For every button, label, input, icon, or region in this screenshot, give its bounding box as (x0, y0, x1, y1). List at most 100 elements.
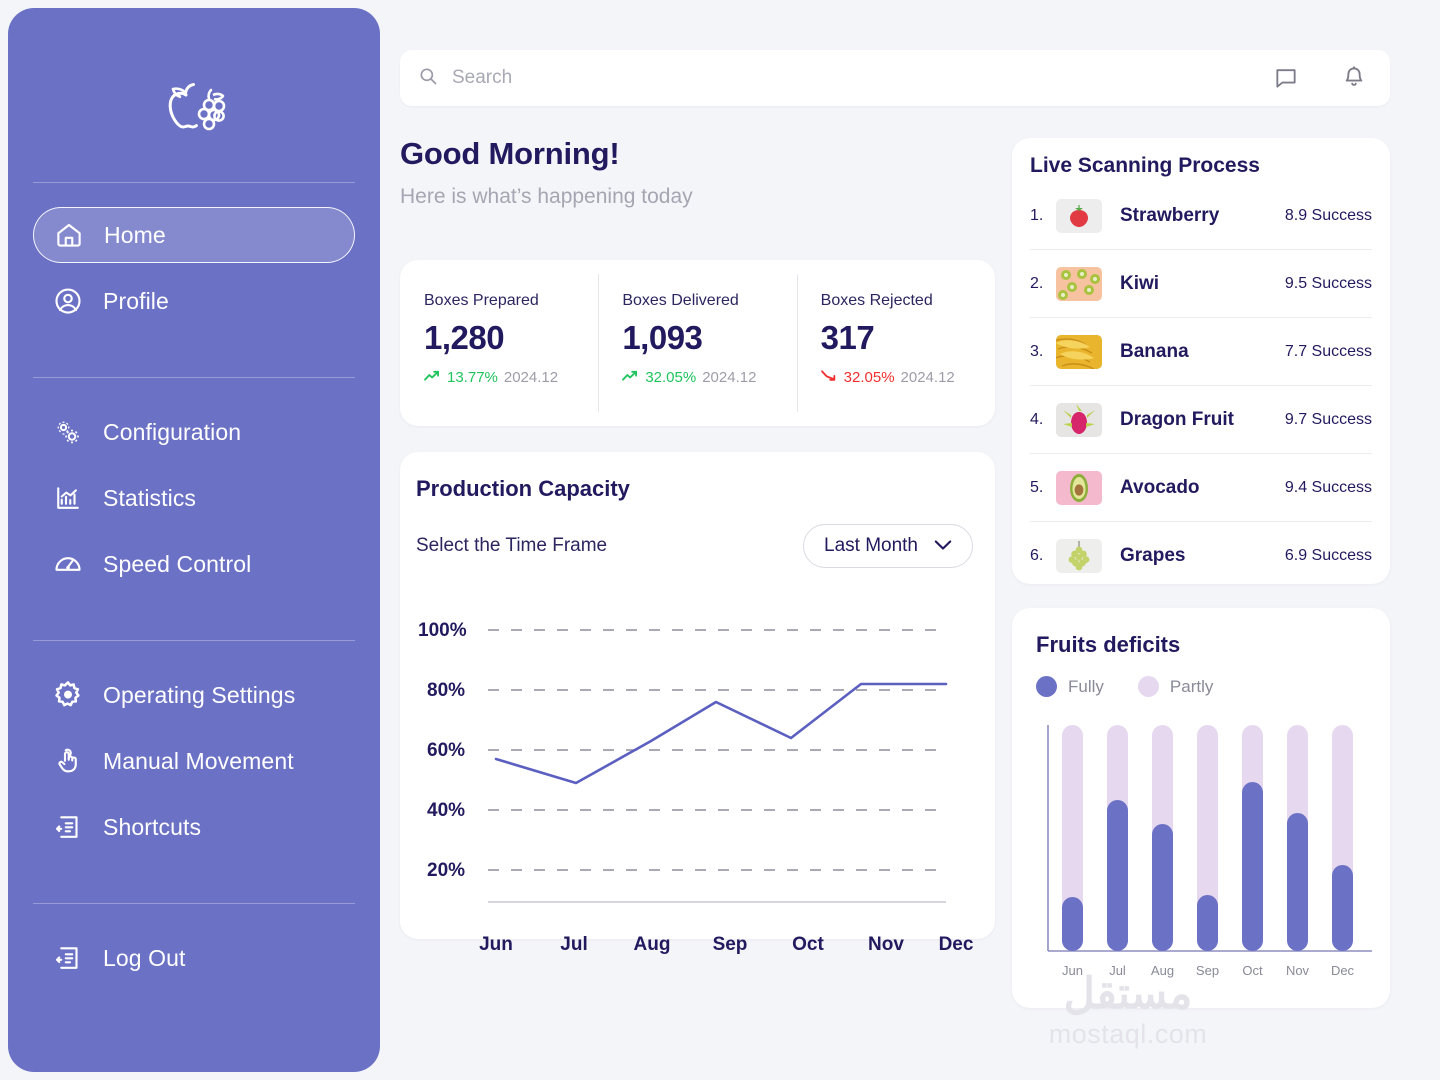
legend-item-fully: Fully (1036, 676, 1104, 697)
table-row[interactable]: 1. Strawberry 8.9 Success (1030, 182, 1372, 250)
timeframe-selected-value: Last Month (824, 535, 918, 556)
sidebar-item-profile[interactable]: Profile (33, 273, 355, 329)
row-index: 1. (1030, 206, 1044, 224)
search-bar (400, 50, 1390, 106)
stat-percent: 32.05% (843, 369, 895, 386)
row-index: 6. (1030, 547, 1044, 564)
bar-tick-dec: Dec (1331, 963, 1355, 978)
fruit-name: Dragon Fruit (1120, 408, 1234, 430)
message-icon[interactable] (1272, 64, 1300, 92)
table-row[interactable]: 2. Kiwi 9.5 Success (1030, 250, 1372, 318)
bar-fully-dec (1332, 865, 1353, 951)
stat-boxes-delivered: Boxes Delivered 1,093 32.05% 2024.12 (598, 260, 796, 426)
fruits-deficits-card: Fruits deficits Fully Partly Jun Jul Aug… (1012, 608, 1390, 1008)
production-line-chart: 100% 80% 60% 40% 20% Jun Jul Aug Sep Oct… (416, 590, 973, 955)
home-icon (52, 218, 86, 252)
sidebar-item-manual-movement[interactable]: Manual Movement (33, 733, 355, 789)
bar-fully-jun (1062, 897, 1083, 951)
table-row[interactable]: 6. Grapes 6.9 Success (1030, 522, 1372, 590)
sidebar-item-shortcuts[interactable]: Shortcuts (33, 799, 355, 855)
row-index: 2. (1030, 274, 1044, 292)
bar-fully-sep (1197, 895, 1218, 951)
sidebar-item-label: Operating Settings (103, 681, 296, 708)
stats-card: Boxes Prepared 1,280 13.77% 2024.12 Boxe… (400, 260, 995, 426)
stat-delta: 32.05% 2024.12 (622, 369, 796, 386)
header-icons (1272, 64, 1368, 92)
bar-fully-oct (1242, 782, 1263, 951)
table-row[interactable]: 4. Dragon Fruit 9.7 Success (1030, 386, 1372, 454)
fruit-score: 9.4 Success (1284, 478, 1372, 496)
brand-logo (156, 80, 232, 144)
stat-value: 317 (820, 319, 875, 356)
search-input[interactable] (452, 67, 1258, 89)
row-index: 4. (1030, 410, 1044, 428)
table-row[interactable]: 3. Banana 7.7 Success (1030, 318, 1372, 386)
sidebar: Home Profile Configuration Statistics Sp… (8, 8, 380, 1072)
trend-down-icon (820, 369, 838, 386)
fruit-score: 7.7 Success (1284, 342, 1372, 360)
apple-grapes-icon (159, 81, 229, 144)
sidebar-item-speed-control[interactable]: Speed Control (33, 536, 355, 592)
sidebar-group-main: Home Profile (33, 185, 355, 339)
stat-date: 2024.12 (503, 369, 559, 386)
legend-swatch-fully (1036, 676, 1057, 697)
sidebar-item-label: Speed Control (103, 550, 252, 577)
card-title: Live Scanning Process (1030, 154, 1260, 177)
x-tick-jun: Jun (479, 934, 513, 955)
sidebar-item-operating-settings[interactable]: Operating Settings (33, 667, 355, 723)
search-icon (418, 66, 438, 91)
stat-delta: 13.77% 2024.12 (424, 369, 598, 386)
trend-up-icon (622, 369, 639, 386)
watermark-arabic: مستقل (1063, 970, 1194, 1018)
chart-legend: Fully Partly (1036, 676, 1370, 697)
stat-percent: 13.77% (447, 369, 498, 386)
page-subtitle: Here is what’s happening today (400, 185, 693, 208)
trend-up-icon (424, 369, 441, 386)
gauge-icon (51, 547, 85, 581)
sidebar-item-label: Log Out (103, 944, 186, 971)
hand-tap-icon (51, 744, 85, 778)
bar-chart-icon (51, 481, 85, 515)
bar-tick-nov: Nov (1286, 963, 1310, 978)
banana-thumb (1056, 334, 1102, 369)
dragonfruit-thumb (1056, 402, 1102, 437)
y-tick-60: 60% (427, 740, 465, 761)
stat-boxes-prepared: Boxes Prepared 1,280 13.77% 2024.12 (400, 260, 598, 426)
stat-value: 1,093 (622, 319, 703, 356)
legend-label: Partly (1169, 676, 1214, 696)
fruit-name: Strawberry (1120, 204, 1220, 226)
sidebar-item-statistics[interactable]: Statistics (33, 470, 355, 526)
page-title: Good Morning! (400, 136, 620, 171)
avocado-thumb (1056, 470, 1102, 505)
y-tick-80: 80% (427, 680, 465, 701)
sidebar-item-home[interactable]: Home (33, 207, 355, 263)
y-tick-100: 100% (418, 620, 467, 641)
strawberry-thumb (1056, 198, 1102, 233)
production-capacity-card: Production Capacity Select the Time Fram… (400, 452, 995, 955)
sidebar-group-operations: Operating Settings Manual Movement Short… (33, 641, 355, 865)
bell-icon[interactable] (1340, 64, 1368, 92)
table-row[interactable]: 5. Avocado 9.4 Success (1030, 454, 1372, 522)
x-tick-jul: Jul (560, 934, 587, 955)
fruit-name: Kiwi (1120, 272, 1160, 294)
user-circle-icon (51, 284, 85, 318)
gridlines (488, 629, 946, 871)
logout-icon (51, 941, 85, 975)
sidebar-item-configuration[interactable]: Configuration (33, 404, 355, 460)
bar-fully-jul (1107, 800, 1128, 951)
sidebar-item-label: Configuration (103, 418, 242, 445)
stat-boxes-rejected: Boxes Rejected 317 32.05% 2024.12 (796, 260, 995, 426)
timeframe-select[interactable]: Last Month (803, 524, 973, 568)
card-title: Fruits deficits (1036, 632, 1181, 657)
fruit-score: 9.5 Success (1284, 274, 1372, 292)
legend-label: Fully (1068, 676, 1104, 696)
sidebar-group-session: Log Out (33, 904, 355, 996)
bar-fully-aug (1152, 824, 1173, 951)
stat-delta: 32.05% 2024.12 (820, 369, 995, 386)
y-tick-40: 40% (427, 800, 465, 821)
sidebar-item-label: Profile (103, 287, 169, 314)
stat-date: 2024.12 (702, 369, 757, 386)
sidebar-item-log-out[interactable]: Log Out (33, 930, 355, 986)
timeframe-control: Select the Time Frame Last Month (416, 524, 973, 568)
x-tick-oct: Oct (792, 934, 824, 955)
